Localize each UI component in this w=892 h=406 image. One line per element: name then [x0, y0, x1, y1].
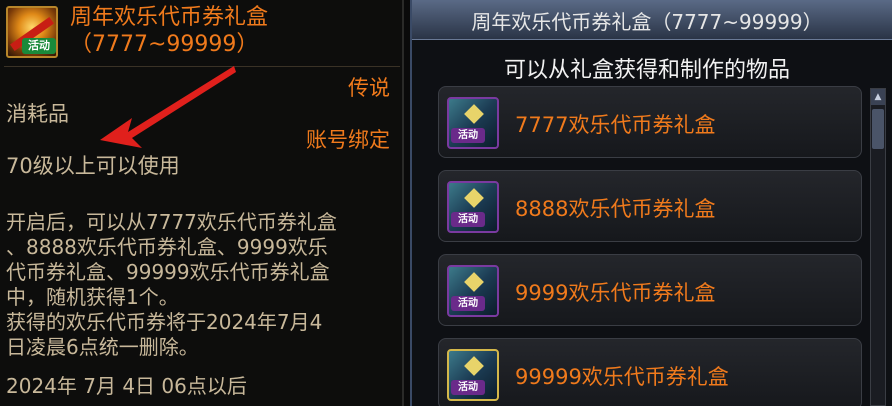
title-bar[interactable]: 周年欢乐代币券礼盒（7777~99999） — [412, 0, 892, 40]
gift-box-icon: 活动 — [447, 181, 499, 233]
binding-label: 账号绑定 — [306, 128, 390, 152]
item-label: 7777欢乐代币券礼盒 — [515, 113, 716, 137]
item-label: 99999欢乐代币券礼盒 — [515, 365, 729, 389]
description-line: 代币券礼盒、99999欢乐代币券礼盒 — [6, 260, 330, 284]
gem-decoration — [464, 356, 484, 376]
scroll-up-icon[interactable]: ▲ — [871, 89, 885, 105]
description-line: 获得的欢乐代币券将于2024年7月4 — [6, 310, 323, 334]
event-badge: 活动 — [451, 296, 485, 311]
gift-box-icon: 活动 — [6, 6, 58, 58]
gift-box-icon: 活动 — [447, 97, 499, 149]
expiry-line: 2024年 7月 4日 06点以后 — [6, 374, 247, 398]
scrollbar[interactable]: ▲ — [870, 88, 886, 406]
scrollbar-thumb[interactable] — [872, 109, 884, 149]
gem-decoration — [464, 104, 484, 124]
list-item[interactable]: 活动 99999欢乐代币券礼盒 — [438, 338, 862, 406]
description-line — [6, 360, 398, 374]
list-item[interactable]: 活动 9999欢乐代币券礼盒 — [438, 254, 862, 326]
gem-decoration — [464, 272, 484, 292]
list-item[interactable]: 活动 7777欢乐代币券礼盒 — [438, 86, 862, 158]
event-badge: 活动 — [22, 38, 56, 54]
red-arrow-icon — [100, 66, 236, 148]
description-line: 中，随机获得1个。 — [6, 285, 179, 309]
gift-box-icon: 活动 — [447, 265, 499, 317]
event-badge: 活动 — [451, 380, 485, 395]
item-label: 9999欢乐代币券礼盒 — [515, 281, 716, 305]
contents-window: 周年欢乐代币券礼盒（7777~99999） 可以从礼盒获得和制作的物品 活动 7… — [410, 0, 892, 406]
gift-box-icon: 活动 — [447, 349, 499, 401]
description-line: 日凌晨6点统一删除。 — [6, 335, 199, 359]
category-label: 消耗品 — [6, 102, 69, 126]
list-item[interactable]: 活动 8888欢乐代币券礼盒 — [438, 170, 862, 242]
window-subtitle: 可以从礼盒获得和制作的物品 — [503, 58, 790, 83]
rarity-label: 传说 — [348, 76, 390, 100]
event-badge: 活动 — [451, 212, 485, 227]
event-badge: 活动 — [451, 128, 485, 143]
description-line: 开启后，可以从7777欢乐代币券礼盒 — [6, 210, 337, 234]
item-description: 开启后，可以从7777欢乐代币券礼盒 、8888欢乐代币券礼盒、9999欢乐 代… — [6, 210, 398, 399]
window-title: 周年欢乐代币券礼盒（7777~99999） — [471, 10, 823, 34]
item-tooltip: 活动 周年欢乐代币券礼盒（7777~99999） 传说 消耗品 账号绑定 70级… — [0, 0, 404, 406]
item-name: 周年欢乐代币券礼盒（7777~99999） — [70, 5, 269, 57]
description-line: 、8888欢乐代币券礼盒、9999欢乐 — [6, 235, 328, 259]
level-requirement: 70级以上可以使用 — [6, 154, 180, 178]
gem-decoration — [464, 188, 484, 208]
item-label: 8888欢乐代币券礼盒 — [515, 197, 716, 221]
item-list: 活动 7777欢乐代币券礼盒 活动 8888欢乐代币券礼盒 活动 9999欢乐代… — [438, 86, 862, 406]
